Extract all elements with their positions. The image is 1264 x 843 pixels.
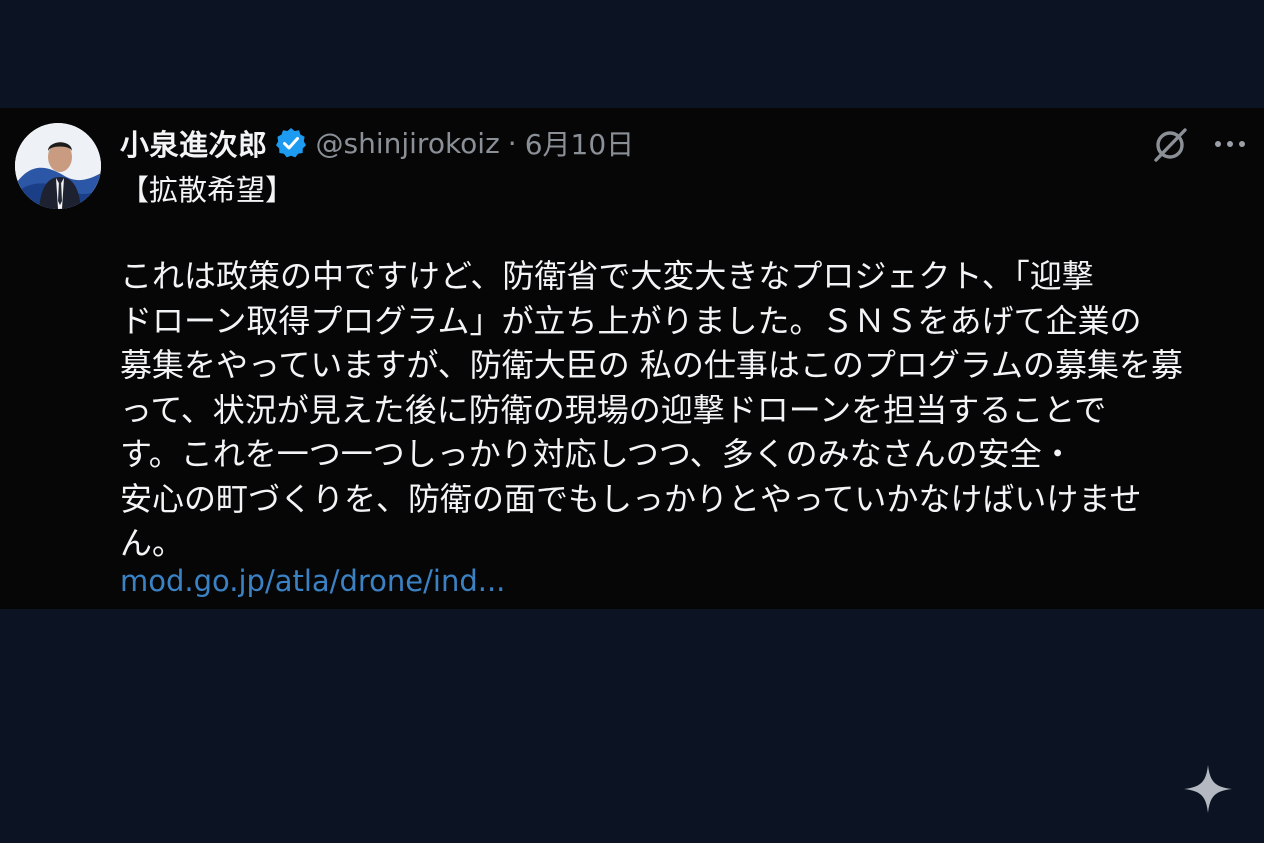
- post-date[interactable]: 6月10日: [525, 123, 634, 163]
- tweet-body-line: これは政策の中ですけど、防衛省で大変大きなプロジェクト、「迎撃: [120, 257, 1094, 295]
- tweet-body: これは政策の中ですけど、防衛省で大変大きなプロジェクト、「迎撃 ドローン取得プロ…: [120, 254, 1255, 566]
- tweet-header: 小泉進次郎 @shinjirokoiz · 6月10日: [120, 121, 634, 165]
- tweet-body-line: ドローン取得プログラム」が立ち上がりました。ＳＮＳをあげて企業の: [120, 301, 1142, 340]
- author-name[interactable]: 小泉進次郎: [120, 122, 268, 164]
- tweet-link[interactable]: mod.go.jp/atla/drone/ind...: [120, 559, 505, 603]
- tweet-body-line: 安心の町づくりを、防衛の面でもしっかりとやっていかなけばいけませ: [120, 479, 1142, 518]
- grok-icon[interactable]: [1150, 125, 1190, 165]
- tweet-body-line: 募集をやっていますが、防衛大臣の 私の仕事はこのプログラムの募集を募: [120, 346, 1183, 384]
- avatar[interactable]: [15, 123, 101, 209]
- avatar-photo: [15, 123, 101, 209]
- more-icon[interactable]: [1210, 126, 1250, 162]
- tweet-tag: 【拡散希望】: [120, 173, 295, 207]
- sparkle-icon: [1183, 764, 1233, 814]
- verified-badge-icon: [274, 126, 308, 160]
- tweet-body-line: す。これを一つ一つしっかり対応しつつ、多くのみなさんの安全・: [120, 435, 1074, 473]
- header-separator: ·: [507, 126, 517, 160]
- author-handle[interactable]: @shinjirokoiz: [316, 127, 500, 160]
- page: 小泉進次郎 @shinjirokoiz · 6月10日 【拡散希望】 これは政策…: [0, 0, 1264, 843]
- tweet-body-line: って、状況が見えた後に防衛の現場の迎撃ドローンを担当することで: [120, 390, 1107, 429]
